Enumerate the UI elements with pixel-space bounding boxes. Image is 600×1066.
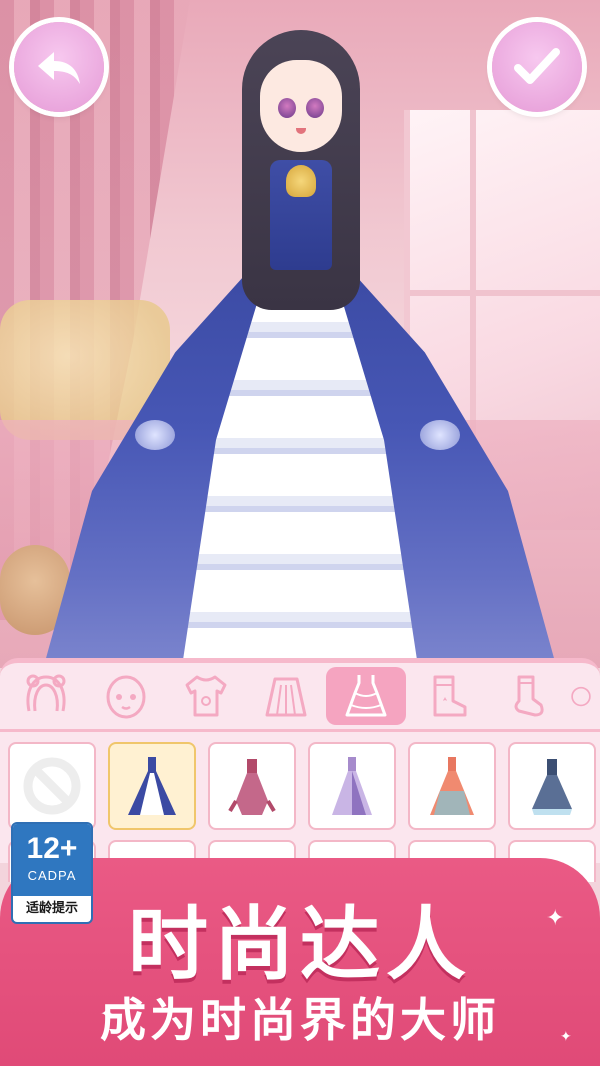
confirm-button[interactable]: [492, 22, 582, 112]
shirt-icon: [185, 675, 227, 717]
tab-skirts[interactable]: [246, 667, 326, 725]
character-eye-right: [306, 98, 324, 118]
item-coral-gown[interactable]: [408, 742, 496, 830]
age-rating-value: 12+: [26, 832, 78, 865]
category-tabs: [0, 664, 600, 728]
item-red-dress[interactable]: [208, 742, 296, 830]
item-navy-dress[interactable]: [508, 742, 596, 830]
tab-more[interactable]: [566, 667, 596, 725]
character-face: [260, 60, 342, 152]
tab-shoes[interactable]: [406, 667, 486, 725]
hair-icon: [26, 674, 66, 712]
sparkle-icon: ✦: [546, 906, 565, 931]
item-lavender-gown[interactable]: [308, 742, 396, 830]
sock-icon: [514, 675, 544, 717]
none-prohibited-icon: [23, 757, 81, 815]
item-none[interactable]: [8, 742, 96, 830]
checkmark-icon: [514, 48, 560, 84]
tab-tops[interactable]: [166, 667, 246, 725]
coral-gown-icon: [430, 757, 474, 815]
blue-ballgown-icon: [128, 757, 176, 815]
gown-bow-right: [420, 420, 460, 450]
navy-dress-icon: [532, 759, 572, 815]
tab-dresses[interactable]: [326, 667, 406, 725]
tab-socks[interactable]: [486, 667, 566, 725]
tab-divider: [0, 729, 600, 732]
red-dress-icon: [228, 759, 276, 815]
face-icon: [106, 675, 146, 719]
gown-bow-left: [135, 420, 175, 450]
tab-face[interactable]: [86, 667, 166, 725]
banner-subtitle: 成为时尚界的大师: [100, 993, 500, 1047]
back-button[interactable]: [14, 22, 104, 112]
sparkle-icon: ✦: [560, 1029, 572, 1045]
item-blue-ballgown[interactable]: [108, 742, 196, 830]
sparkle-icon: ✦: [100, 1004, 114, 1023]
accessory-icon: [571, 686, 591, 707]
dress-icon: [345, 675, 387, 717]
gold-crest-ornament: [286, 165, 316, 197]
tab-hair[interactable]: [6, 667, 86, 725]
age-rating-org: CADPA: [27, 868, 77, 883]
boots-icon: [433, 675, 467, 717]
age-rating-header: 12+ CADPA: [13, 824, 91, 896]
skirt-icon: [265, 677, 307, 717]
undo-arrow-icon: [38, 52, 80, 84]
character-eye-left: [278, 98, 296, 118]
dress-up-character[interactable]: [40, 20, 560, 680]
outfit-grid: [8, 742, 600, 830]
age-rating-note: 适龄提示: [25, 901, 78, 916]
age-rating-badge: 12+ CADPA 适龄提示: [11, 822, 93, 924]
lavender-gown-icon: [332, 757, 372, 815]
